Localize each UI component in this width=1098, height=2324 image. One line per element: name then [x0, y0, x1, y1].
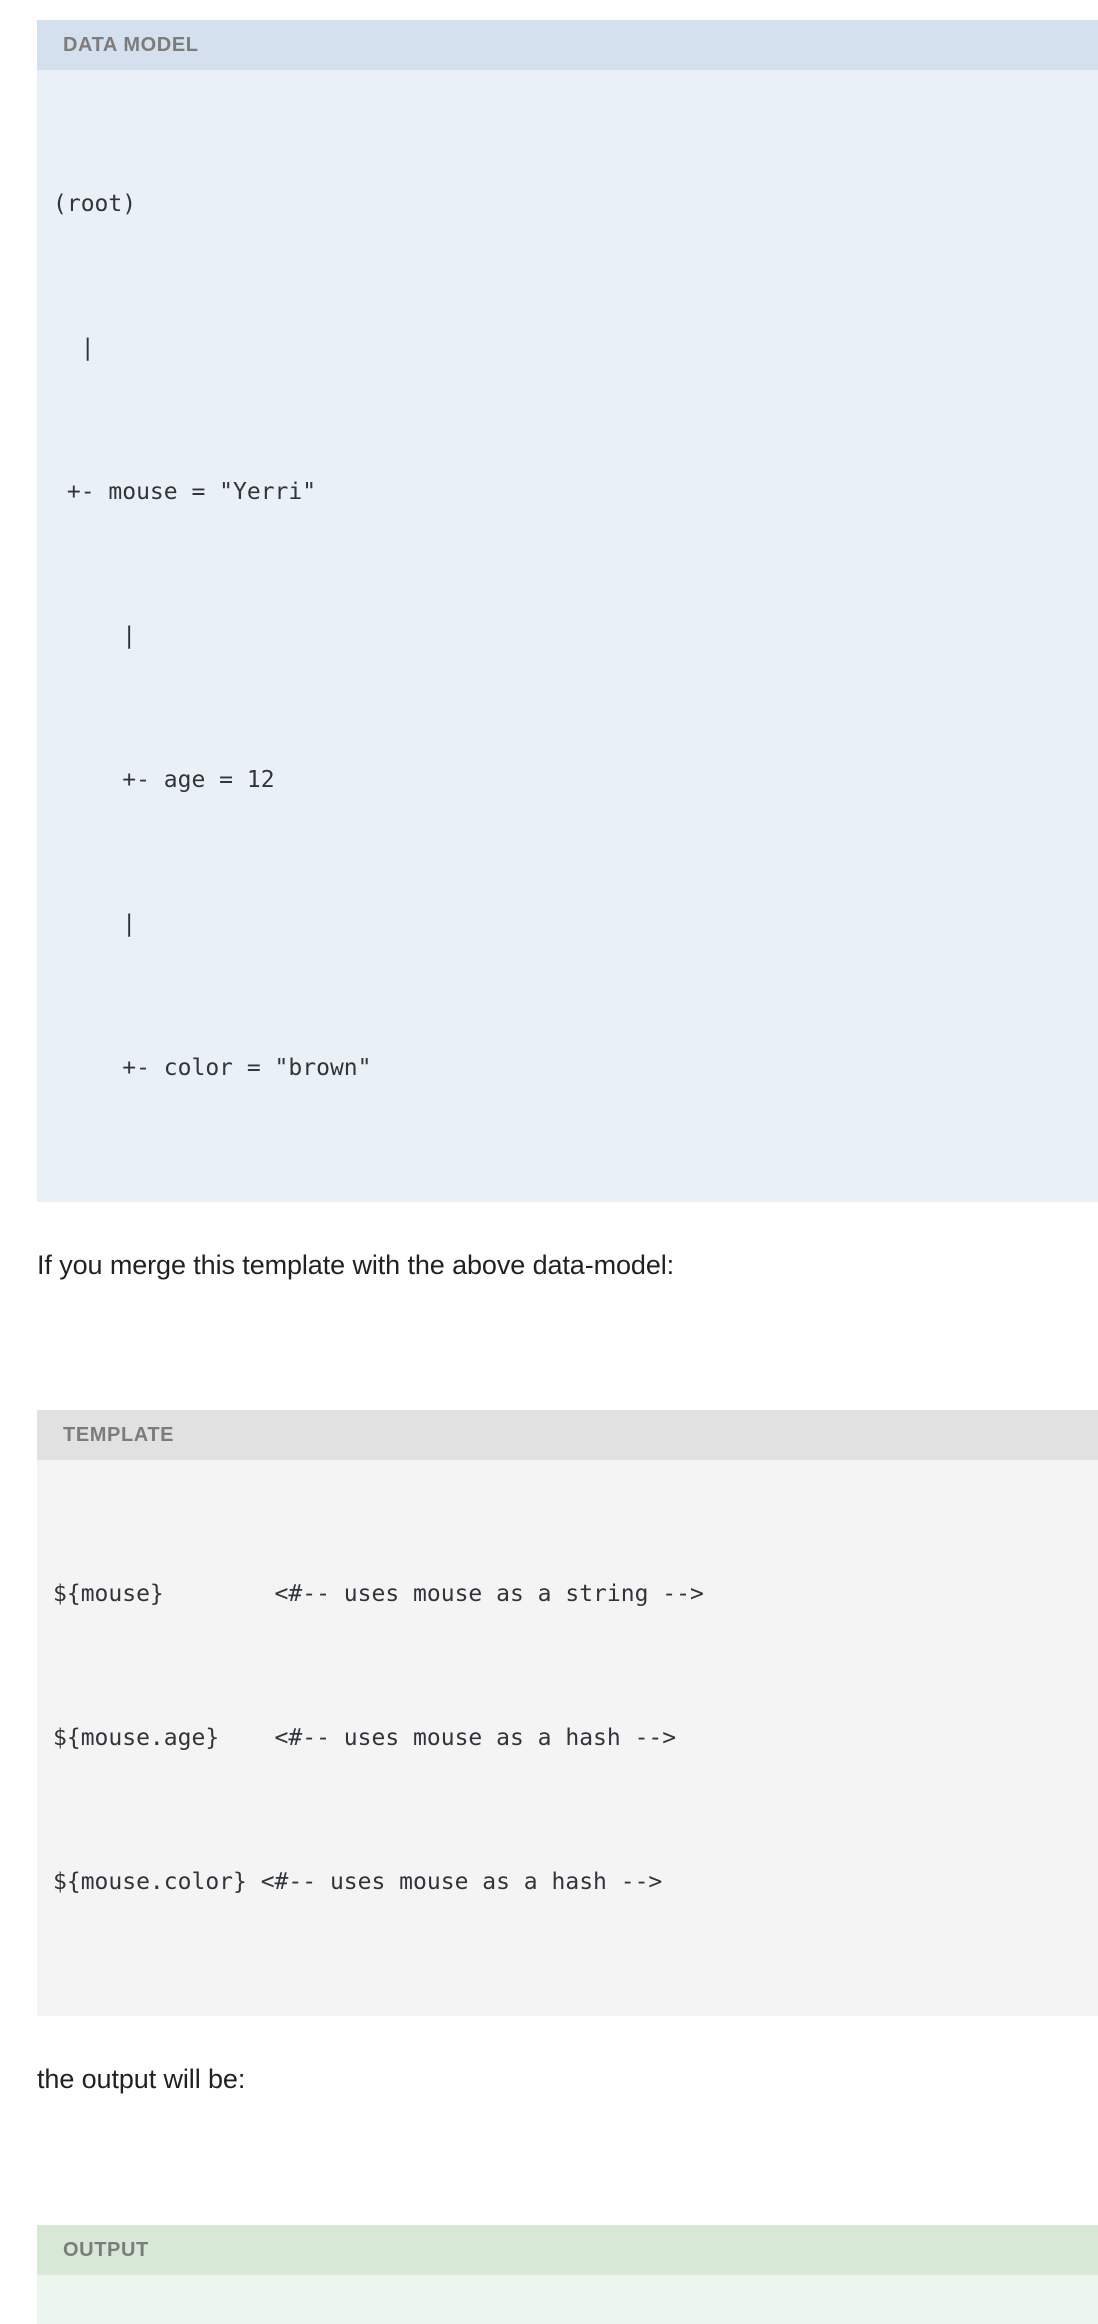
code-line: (root)	[53, 191, 137, 217]
code-line: |	[53, 335, 95, 361]
code-line: +- mouse = "Yerri"	[53, 479, 317, 505]
code-line: ${mouse.color} <#-- uses mouse as a hash…	[53, 1869, 663, 1895]
output-description-paragraph: the output will be:	[37, 2064, 246, 2094]
code-line: +- age = 12	[53, 767, 275, 793]
documentation-page: DATA MODEL (root) | +- mouse = "Yerri" |…	[0, 0, 1098, 2324]
merge-description-paragraph: If you merge this template with the abov…	[37, 1250, 675, 1280]
code-line: ${mouse} <#-- uses mouse as a string -->	[53, 1581, 704, 1607]
code-line: +- color = "brown"	[53, 1055, 372, 1081]
code-line: ${mouse.age} <#-- uses mouse as a hash -…	[53, 1725, 677, 1751]
output-block-title: OUTPUT	[37, 2225, 1098, 2275]
template-block-body: ${mouse} <#-- uses mouse as a string -->…	[37, 1460, 1098, 2016]
data-model-block-title: DATA MODEL	[37, 20, 1098, 70]
code-line: |	[53, 623, 137, 649]
code-line: |	[53, 911, 137, 937]
data-model-block-body: (root) | +- mouse = "Yerri" | +- age = 1…	[37, 70, 1098, 1202]
template-block-title: TEMPLATE	[37, 1410, 1098, 1460]
data-model-code-block: DATA MODEL (root) | +- mouse = "Yerri" |…	[37, 20, 1098, 1202]
output-block-body: Yerri 12 brown	[37, 2275, 1098, 2324]
template-code-block: TEMPLATE ${mouse} <#-- uses mouse as a s…	[37, 1410, 1098, 2016]
output-code-block: OUTPUT Yerri 12 brown	[37, 2225, 1098, 2324]
